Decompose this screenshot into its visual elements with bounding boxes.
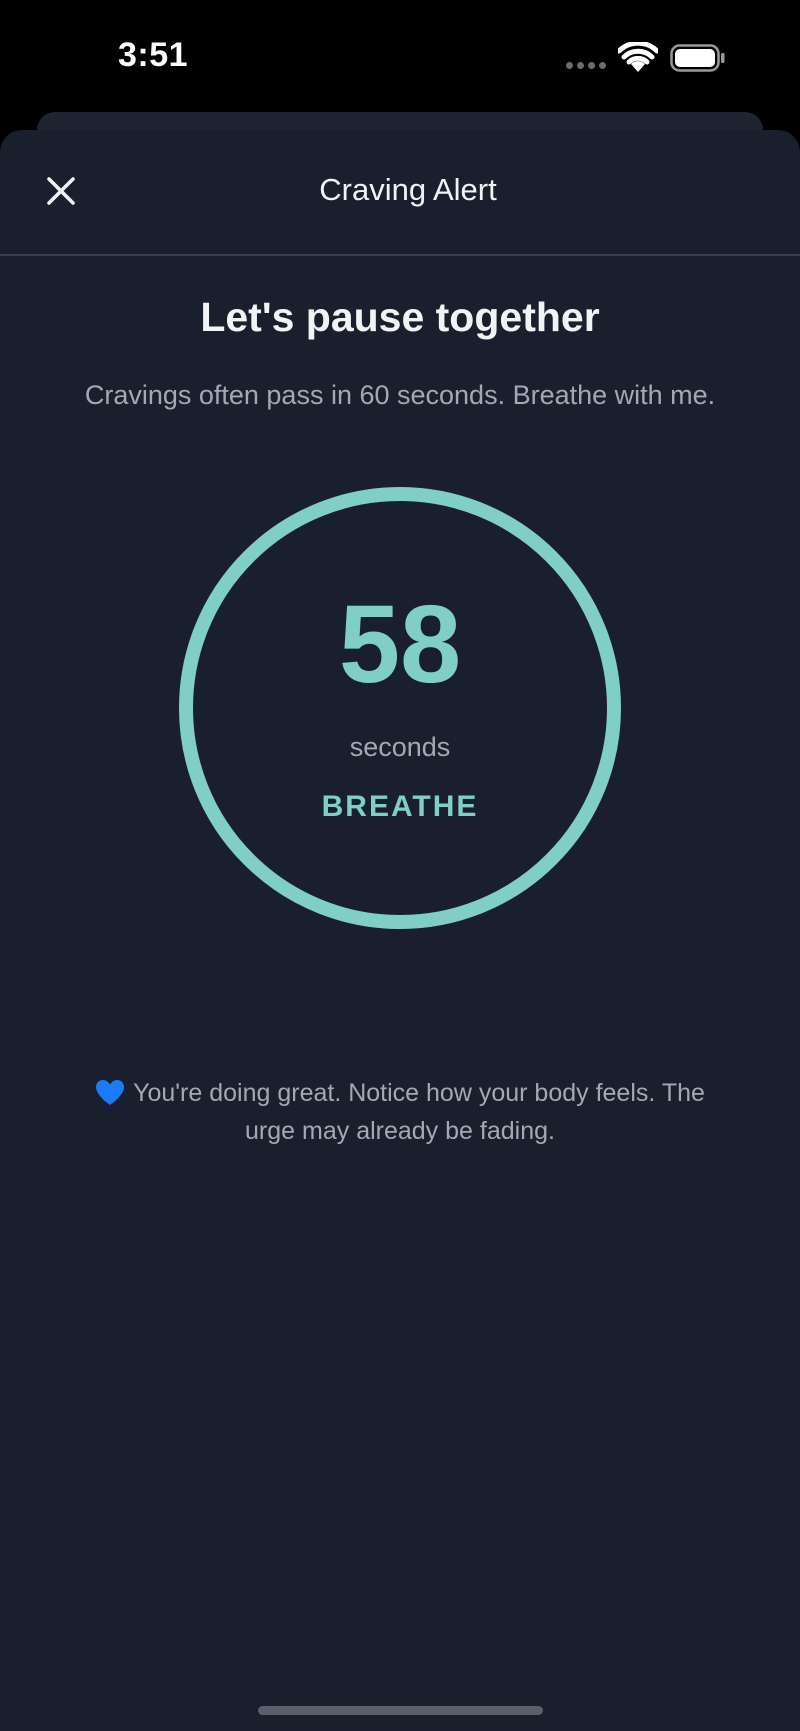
- craving-alert-sheet: Craving Alert Let's pause together Cravi…: [0, 130, 800, 1731]
- status-time: 3:51: [118, 36, 189, 74]
- app-screen: 3:51 Craving Alert Let's pause together …: [0, 0, 800, 1731]
- page-subtitle: Cravings often pass in 60 seconds. Breat…: [84, 380, 716, 410]
- timer-countdown: 58: [338, 583, 462, 706]
- blue-heart-icon: [96, 1080, 125, 1105]
- encouragement-text: You're doing great. Notice how your body…: [133, 1079, 705, 1145]
- cellular-signal-icon: [566, 62, 606, 69]
- timer-progress-arc: [179, 487, 621, 929]
- wifi-icon: [618, 42, 658, 72]
- battery-icon: [670, 44, 725, 72]
- timer-progress-ring: [179, 487, 621, 929]
- home-indicator[interactable]: [258, 1706, 543, 1715]
- sheet-title: Craving Alert: [319, 172, 497, 207]
- timer-unit-label: seconds: [349, 732, 451, 762]
- sheet-header: Craving Alert: [0, 130, 800, 256]
- status-bar: 3:51: [0, 0, 800, 110]
- encouragement-message: You're doing great. Notice how your body…: [70, 1074, 730, 1150]
- page-headline: Let's pause together: [200, 294, 600, 340]
- breathing-phase-label: BREATHE: [321, 790, 479, 823]
